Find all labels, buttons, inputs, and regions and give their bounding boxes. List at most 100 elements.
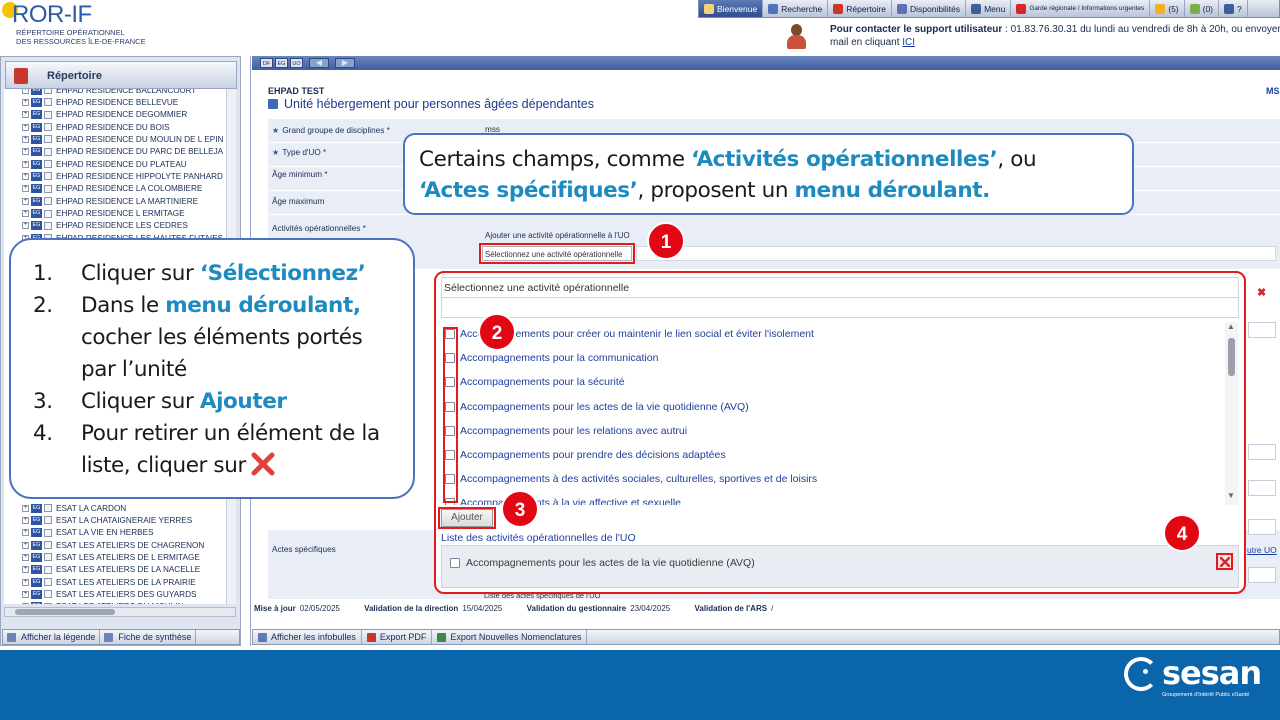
expand-icon[interactable]: + [22,98,29,106]
tree-item[interactable]: + EG ESAT LA VIE EN HERBES [4,527,154,539]
tree-item[interactable]: + EG EHPAD RESIDENCE LES CEDRES [4,220,188,232]
dropdown-option[interactable]: Accompagnements pour les relations avec … [441,423,687,439]
tree-checkbox[interactable] [44,602,52,604]
side-input[interactable] [1248,444,1276,460]
side-input[interactable] [1248,322,1276,338]
nav-disponibilites[interactable]: Disponibilités [892,0,967,17]
remove-item-button[interactable] [1216,553,1233,570]
tree-item[interactable]: + EG ESAT LES ATELIERS DE LA PRAIRIE [4,576,196,588]
tree-checkbox[interactable] [44,516,52,525]
export-nomenclatures-button[interactable]: Export Nouvelles Nomenclatures [432,630,588,644]
tree-checkbox[interactable] [44,98,52,107]
tree-item[interactable]: + EG EHPAD RESIDENCE DU MOULIN DE L EPIN [4,133,223,145]
dropdown-option[interactable]: Accompagnements pour prendre des décisio… [441,447,726,463]
close-icon[interactable]: ✖ [1257,286,1266,299]
tree-checkbox[interactable] [44,160,52,169]
side-input[interactable] [1248,480,1276,496]
nav-repertoire[interactable]: Répertoire [828,0,892,17]
tree-checkbox[interactable] [44,209,52,218]
top-right-code[interactable]: MS [1266,86,1280,96]
scroll-down-icon[interactable]: ▼ [1227,491,1235,500]
expand-icon[interactable]: + [22,566,29,574]
list-item-checkbox[interactable] [450,558,460,568]
tree-item[interactable]: +EG ESAT LES ATELIERS DU MOULIN [4,601,183,604]
tree-checkbox[interactable] [44,221,52,230]
nav-recherche[interactable]: Recherche [763,0,829,17]
tree-item[interactable]: + EG EHPAD RESIDENCE DEGOMMIER [4,109,187,121]
tree-item[interactable]: + EG ESAT LES ATELIERS DE L ERMITAGE [4,551,200,563]
expand-icon[interactable]: + [22,123,29,131]
tree-checkbox[interactable] [44,197,52,206]
dropdown-option[interactable]: Accompagnements pour la sécurité [441,374,625,390]
tree-checkbox[interactable] [44,89,52,94]
tree-checkbox[interactable] [44,590,52,599]
tree-item[interactable]: + EG EHPAD RESIDENCE BALLANCOURT [4,89,196,96]
tag-uo[interactable]: UO [290,58,303,68]
tree-item[interactable]: + EG ESAT LA CARDON [4,502,126,514]
tree-checkbox[interactable] [44,172,52,181]
dropdown-option[interactable]: Accompagnements pour la communication [441,350,658,366]
expand-icon[interactable]: + [22,553,29,561]
legend-button[interactable]: Afficher la légende [3,630,101,644]
tree-checkbox[interactable] [44,541,52,550]
nav-help[interactable]: ? [1219,0,1248,17]
nav-garde-regionale[interactable]: Garde régionale / Informations urgentes [1011,0,1151,17]
tree-checkbox[interactable] [44,565,52,574]
tree-checkbox[interactable] [44,135,52,144]
expand-icon[interactable]: + [22,172,29,180]
tree-item[interactable]: + EG EHPAD RESIDENCE BELLEVUE [4,96,178,108]
tree-item[interactable]: + EG EHPAD RESIDENCE DU PARC DE BELLEJA [4,146,223,158]
expand-icon[interactable]: + [22,89,29,94]
expand-icon[interactable]: + [22,197,29,205]
tree-horizontal-scrollbar[interactable] [4,607,236,617]
tree-checkbox[interactable] [44,504,52,512]
synthese-button[interactable]: Fiche de synthèse [100,630,197,644]
scroll-up-icon[interactable]: ▲ [1227,322,1235,331]
expand-icon[interactable]: + [22,578,29,586]
tree-item[interactable]: + EG EHPAD RESIDENCE LA MARTINIERE [4,195,198,207]
tree-item[interactable]: + EG EHPAD RESIDENCE L ERMITAGE [4,208,185,220]
expand-icon[interactable]: + [22,111,29,119]
expand-icon[interactable]: + [22,185,29,193]
tree-checkbox[interactable] [44,553,52,562]
tree-item[interactable]: + EG ESAT LES ATELIERS DE CHAGRENON [4,539,204,551]
expand-icon[interactable]: + [22,516,29,524]
nav-menu[interactable]: Menu [966,0,1012,17]
expand-icon[interactable]: + [22,148,29,156]
expand-icon[interactable]: + [22,590,29,598]
autre-uo-link[interactable]: utre UO [1247,545,1277,555]
expand-icon[interactable]: + [22,160,29,168]
side-input[interactable] [1248,519,1276,535]
dropdown-option[interactable]: Accompagnements pour les actes de la vie… [441,399,749,415]
expand-icon[interactable]: + [22,603,29,604]
tree-item[interactable]: + EG ESAT LA CHATAIGNERAIE YERRES [4,514,192,526]
tree-item[interactable]: + EG EHPAD RESIDENCE HIPPOLYTE PANHARD [4,170,223,182]
dropdown-search-input[interactable] [441,297,1239,318]
tree-item[interactable]: + EG ESAT LES ATELIERS DE LA NACELLE [4,564,200,576]
tree-checkbox[interactable] [44,528,52,537]
nav-messages[interactable]: (0) [1185,0,1220,17]
tag-df[interactable]: DF [260,58,273,68]
tree-checkbox[interactable] [44,578,52,587]
forward-arrow-icon[interactable]: ▶ [335,58,355,68]
tree-checkbox[interactable] [44,123,52,132]
scroll-thumb[interactable] [1228,338,1235,376]
nav-warnings[interactable]: (5) [1150,0,1185,17]
expand-icon[interactable]: + [22,210,29,217]
tree-checkbox[interactable] [44,184,52,193]
tree-item[interactable]: + EG EHPAD RESIDENCE LA COLOMBIERE [4,183,202,195]
tree-checkbox[interactable] [44,110,52,119]
side-input[interactable] [1248,567,1276,583]
expand-icon[interactable]: + [22,135,29,143]
nav-bienvenue[interactable]: Bienvenue [699,0,764,17]
dropdown-scrollbar[interactable]: ▲ ▼ [1225,322,1238,505]
infobulles-button[interactable]: Afficher les infobulles [253,630,362,644]
activity-select-field[interactable] [636,246,1276,261]
back-arrow-icon[interactable]: ◀ [309,58,329,68]
expand-icon[interactable]: + [22,529,29,537]
tree-checkbox[interactable] [44,147,52,156]
tree-item[interactable]: + EG EHPAD RESIDENCE DU PLATEAU [4,158,187,170]
expand-icon[interactable]: + [22,504,29,512]
tree-item[interactable]: + EG ESAT LES ATELIERS DES GUYARDS [4,588,196,600]
support-link[interactable]: ICI [902,37,915,48]
